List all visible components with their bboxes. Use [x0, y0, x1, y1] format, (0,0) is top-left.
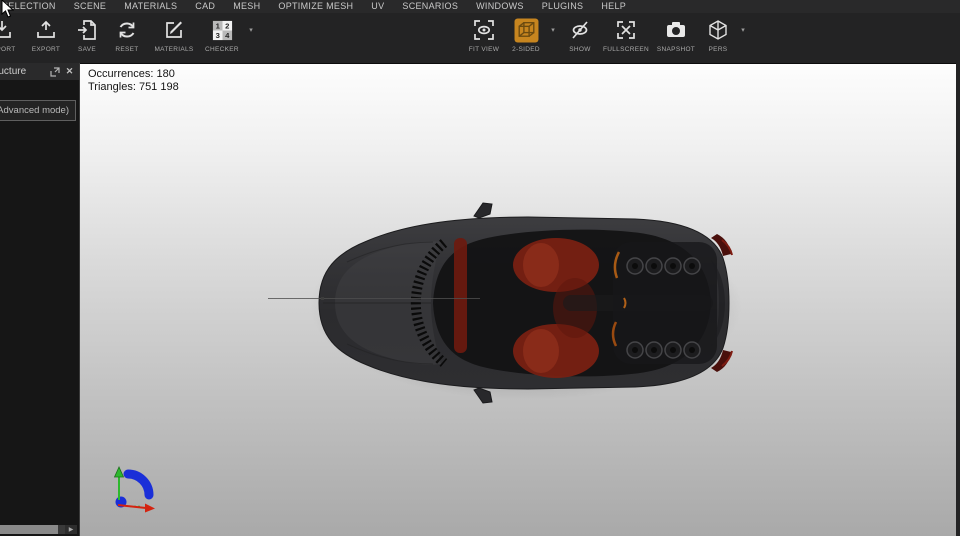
axis-orientation-gizmo	[104, 462, 160, 514]
menu-help[interactable]: HELP	[592, 0, 635, 13]
materials-icon	[161, 17, 187, 43]
structure-hscrollbar[interactable]: ▶	[0, 525, 77, 534]
checker-button[interactable]: 1 2 3 4 CHECKER	[200, 13, 244, 53]
toolbar-view-group: FIT VIEW 2-SIDED ▾	[462, 13, 750, 53]
structure-panel-title: Product structure	[0, 66, 26, 77]
viewport-axis-tick	[321, 297, 324, 300]
reset-icon	[114, 17, 140, 43]
close-panel-icon[interactable]: ✕	[64, 66, 75, 77]
checker-icon: 1 2 3 4	[209, 17, 235, 43]
svg-text:1: 1	[215, 21, 220, 30]
svg-text:4: 4	[225, 31, 230, 40]
svg-text:3: 3	[215, 31, 219, 40]
reset-button[interactable]: RESET	[106, 13, 148, 53]
scrollbar-thumb[interactable]	[0, 525, 58, 534]
two-sided-button[interactable]: 2-SIDED	[506, 13, 546, 53]
perspective-cube-icon	[705, 17, 731, 43]
undock-panel-icon[interactable]	[49, 66, 60, 77]
save-button[interactable]: SAVE	[68, 13, 106, 53]
structure-panel: Product structure ✕ s (Advanced mode) ▶	[0, 63, 80, 536]
menu-scene[interactable]: SCENE	[65, 0, 116, 13]
stat-occurrences: Occurrences: 180	[88, 68, 179, 81]
save-icon	[74, 17, 100, 43]
menu-mesh[interactable]: MESH	[224, 0, 269, 13]
scrollbar-track[interactable]	[0, 525, 65, 534]
toolbar-file-group: IMPORT EXPORT SAVE	[0, 13, 258, 53]
structure-panel-header: Product structure ✕	[0, 63, 79, 80]
checker-dropdown-icon[interactable]: ▾	[244, 17, 258, 43]
fullscreen-button[interactable]: FULLSCREEN	[600, 13, 652, 53]
menu-windows[interactable]: WINDOWS	[467, 0, 533, 13]
fit-view-icon	[471, 17, 497, 43]
import-icon	[0, 17, 15, 43]
materials-button[interactable]: MATERIALS	[148, 13, 200, 53]
menu-plugins[interactable]: PLUGINS	[533, 0, 593, 13]
svg-text:2: 2	[225, 21, 229, 30]
menu-cad[interactable]: CAD	[186, 0, 224, 13]
car-model-top-view	[313, 210, 739, 396]
import-button[interactable]: IMPORT	[0, 13, 24, 53]
show-icon	[567, 17, 593, 43]
app-window: SELECTION SCENE MATERIALS CAD MESH OPTIM…	[0, 0, 960, 536]
menu-bar: SELECTION SCENE MATERIALS CAD MESH OPTIM…	[0, 0, 960, 13]
snapshot-icon	[663, 17, 689, 43]
export-icon	[33, 17, 59, 43]
two-sided-dropdown-icon[interactable]: ▾	[546, 17, 560, 43]
3d-viewport[interactable]: Occurrences: 180 Triangles: 751 198	[80, 63, 956, 536]
perspective-dropdown-icon[interactable]: ▾	[736, 17, 750, 43]
scene-stats: Occurrences: 180 Triangles: 751 198	[88, 68, 179, 95]
perspective-button[interactable]: PERS	[700, 13, 736, 53]
mouse-cursor-icon	[1, 0, 14, 18]
fit-view-button[interactable]: FIT VIEW	[462, 13, 506, 53]
two-sided-icon	[513, 17, 539, 43]
stat-triangles: Triangles: 751 198	[88, 81, 179, 94]
menu-materials[interactable]: MATERIALS	[115, 0, 186, 13]
snapshot-button[interactable]: SNAPSHOT	[652, 13, 700, 53]
scrollbar-right-arrow-icon[interactable]: ▶	[65, 525, 77, 534]
fullscreen-icon	[613, 17, 639, 43]
menu-uv[interactable]: UV	[362, 0, 393, 13]
menu-scenarios[interactable]: SCENARIOS	[393, 0, 467, 13]
advanced-mode-button[interactable]: s (Advanced mode)	[0, 100, 76, 121]
menu-optimize-mesh[interactable]: OPTIMIZE MESH	[269, 0, 362, 13]
show-button[interactable]: SHOW	[560, 13, 600, 53]
viewport-axis-line	[268, 298, 480, 299]
main-toolbar: IMPORT EXPORT SAVE	[0, 13, 960, 63]
export-button[interactable]: EXPORT	[24, 13, 68, 53]
